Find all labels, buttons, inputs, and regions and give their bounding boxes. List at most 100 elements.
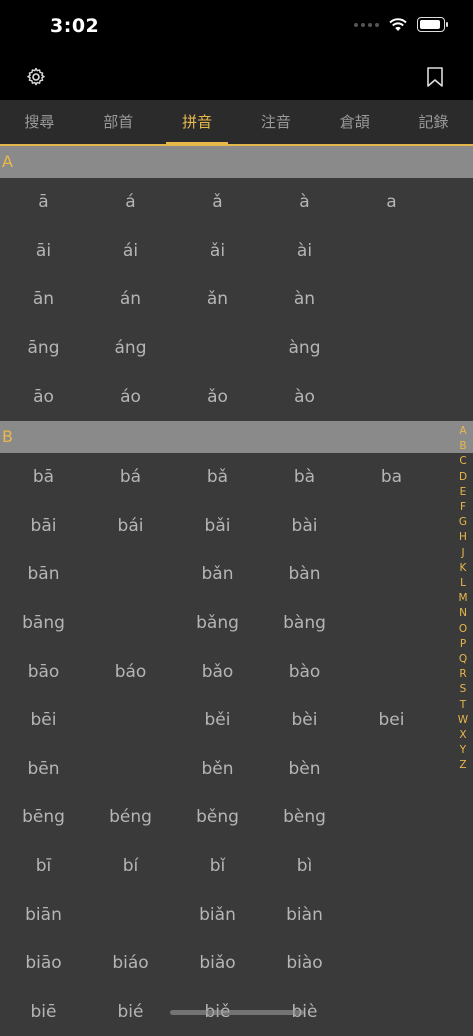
index-letter[interactable]: C bbox=[459, 454, 466, 469]
syllable-cell[interactable]: ǎo bbox=[174, 387, 261, 407]
syllable-cell[interactable]: bí bbox=[87, 856, 174, 876]
index-letter[interactable]: A bbox=[459, 424, 466, 439]
index-letter[interactable]: P bbox=[460, 637, 466, 652]
syllable-cell[interactable]: běi bbox=[174, 710, 261, 730]
syllable-cell[interactable]: bǎng bbox=[174, 613, 261, 633]
syllable-cell[interactable]: bào bbox=[261, 662, 348, 682]
syllable-cell[interactable]: běn bbox=[174, 759, 261, 779]
syllable-cell[interactable]: àng bbox=[261, 338, 348, 358]
syllable-cell[interactable]: bái bbox=[87, 516, 174, 536]
syllable-cell[interactable]: áng bbox=[87, 338, 174, 358]
index-letter[interactable]: O bbox=[459, 622, 467, 637]
syllable-cell[interactable]: bèng bbox=[261, 807, 348, 827]
syllable-cell[interactable]: ān bbox=[0, 289, 87, 309]
index-letter[interactable]: T bbox=[460, 698, 466, 713]
syllable-cell[interactable]: a bbox=[348, 192, 435, 212]
syllable-cell[interactable]: bà bbox=[261, 467, 348, 487]
syllable-cell[interactable]: àn bbox=[261, 289, 348, 309]
syllable-cell[interactable]: ái bbox=[87, 241, 174, 261]
index-letter[interactable]: N bbox=[459, 606, 467, 621]
tab-pinyin[interactable]: 拼音 bbox=[158, 100, 237, 144]
syllable-row: āáǎàa bbox=[0, 178, 473, 227]
tab-cangjie[interactable]: 倉頡 bbox=[315, 100, 394, 144]
syllable-cell[interactable]: āo bbox=[0, 387, 87, 407]
bookmark-icon[interactable] bbox=[423, 65, 447, 89]
syllable-cell[interactable]: bī bbox=[0, 856, 87, 876]
syllable-cell[interactable]: biào bbox=[261, 953, 348, 973]
syllable-cell[interactable]: bì bbox=[261, 856, 348, 876]
gear-icon[interactable] bbox=[24, 65, 48, 89]
index-letter[interactable]: Z bbox=[459, 758, 466, 773]
syllable-cell[interactable]: bāo bbox=[0, 662, 87, 682]
index-letter[interactable]: E bbox=[460, 485, 467, 500]
syllable-cell[interactable]: bǎi bbox=[174, 516, 261, 536]
syllable-cell[interactable]: áo bbox=[87, 387, 174, 407]
index-letter[interactable]: F bbox=[460, 500, 466, 515]
index-letter[interactable]: Q bbox=[459, 652, 467, 667]
syllable-row: bēngbéngběngbèng bbox=[0, 793, 473, 842]
syllable-row: bībíbǐbì bbox=[0, 842, 473, 891]
syllable-cell[interactable]: à bbox=[261, 192, 348, 212]
syllable-cell[interactable]: biǎo bbox=[174, 953, 261, 973]
syllable-cell[interactable]: biǎn bbox=[174, 905, 261, 925]
index-letter[interactable]: G bbox=[459, 515, 467, 530]
syllable-cell[interactable]: bēi bbox=[0, 710, 87, 730]
syllable-cell[interactable]: bāng bbox=[0, 613, 87, 633]
syllable-cell[interactable]: bei bbox=[348, 710, 435, 730]
syllable-cell[interactable]: bān bbox=[0, 564, 87, 584]
index-letter[interactable]: M bbox=[458, 591, 467, 606]
syllable-cell[interactable]: běng bbox=[174, 807, 261, 827]
index-letter[interactable]: L bbox=[460, 576, 466, 591]
syllable-cell[interactable]: ǎn bbox=[174, 289, 261, 309]
syllable-cell[interactable]: bēng bbox=[0, 807, 87, 827]
syllable-cell[interactable]: biān bbox=[0, 905, 87, 925]
tab-search[interactable]: 搜尋 bbox=[0, 100, 79, 144]
index-letter[interactable]: H bbox=[459, 530, 467, 545]
syllable-cell[interactable]: bèn bbox=[261, 759, 348, 779]
syllable-cell[interactable]: á bbox=[87, 192, 174, 212]
syllable-cell[interactable]: báo bbox=[87, 662, 174, 682]
index-letter[interactable]: B bbox=[459, 439, 466, 454]
syllable-cell[interactable]: ā bbox=[0, 192, 87, 212]
section-index[interactable]: ABCDEFGHJKLMNOPQRSTWXYZ bbox=[457, 424, 469, 774]
syllable-cell[interactable]: bǐ bbox=[174, 856, 261, 876]
index-letter[interactable]: X bbox=[459, 728, 466, 743]
syllable-cell[interactable]: bàng bbox=[261, 613, 348, 633]
index-letter[interactable]: W bbox=[458, 713, 468, 728]
syllable-cell[interactable]: bǎ bbox=[174, 467, 261, 487]
index-letter[interactable]: Y bbox=[460, 743, 466, 758]
syllable-cell[interactable]: án bbox=[87, 289, 174, 309]
syllable-cell[interactable]: bǎo bbox=[174, 662, 261, 682]
index-letter[interactable]: J bbox=[461, 546, 464, 561]
syllable-cell[interactable]: bèi bbox=[261, 710, 348, 730]
index-letter[interactable]: D bbox=[459, 470, 467, 485]
syllable-cell[interactable]: biāo bbox=[0, 953, 87, 973]
syllable-cell[interactable]: āi bbox=[0, 241, 87, 261]
tab-zhuyin[interactable]: 注音 bbox=[236, 100, 315, 144]
syllable-cell[interactable]: bāi bbox=[0, 516, 87, 536]
syllable-cell[interactable]: bá bbox=[87, 467, 174, 487]
syllable-cell[interactable]: biē bbox=[0, 1002, 87, 1022]
index-letter[interactable]: R bbox=[459, 667, 466, 682]
syllable-row: biān biǎnbiàn bbox=[0, 890, 473, 939]
syllable-cell[interactable]: bēn bbox=[0, 759, 87, 779]
syllable-cell[interactable]: bài bbox=[261, 516, 348, 536]
syllable-cell[interactable]: bā bbox=[0, 467, 87, 487]
syllable-cell[interactable]: biàn bbox=[261, 905, 348, 925]
syllable-cell[interactable]: ài bbox=[261, 241, 348, 261]
syllable-cell[interactable]: āng bbox=[0, 338, 87, 358]
syllable-cell[interactable]: béng bbox=[87, 807, 174, 827]
index-letter[interactable]: K bbox=[460, 561, 467, 576]
syllable-cell[interactable]: bié bbox=[87, 1002, 174, 1022]
syllable-cell[interactable]: bǎn bbox=[174, 564, 261, 584]
syllable-cell[interactable]: ǎ bbox=[174, 192, 261, 212]
syllable-cell[interactable]: ào bbox=[261, 387, 348, 407]
syllable-cell[interactable]: bàn bbox=[261, 564, 348, 584]
syllable-cell[interactable]: biáo bbox=[87, 953, 174, 973]
tab-history[interactable]: 記錄 bbox=[394, 100, 473, 144]
tab-radical[interactable]: 部首 bbox=[79, 100, 158, 144]
syllable-cell[interactable]: ǎi bbox=[174, 241, 261, 261]
syllable-cell[interactable]: ba bbox=[348, 467, 435, 487]
index-letter[interactable]: S bbox=[460, 682, 467, 697]
wifi-icon bbox=[389, 18, 407, 32]
